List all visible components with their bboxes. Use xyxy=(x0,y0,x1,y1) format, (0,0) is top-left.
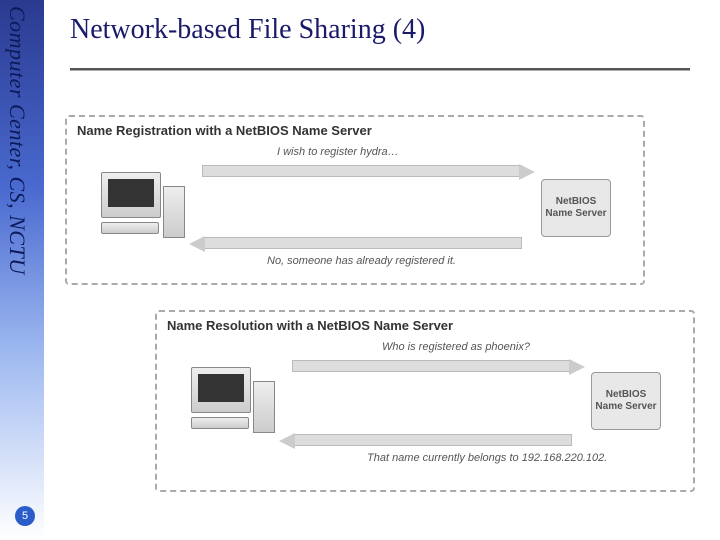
registration-response-text: No, someone has already registered it. xyxy=(267,255,456,267)
netbios-server-icon: NetBIOS Name Server xyxy=(591,372,661,430)
diagram-resolution: Name Resolution with a NetBIOS Name Serv… xyxy=(155,310,695,492)
diagram-registration-title: Name Registration with a NetBIOS Name Se… xyxy=(77,123,372,138)
client-computer-icon xyxy=(187,367,277,429)
registration-request-text: I wish to register hydra… xyxy=(277,146,399,158)
title-underline xyxy=(70,68,690,70)
request-arrow-icon xyxy=(292,360,572,372)
server-label: NetBIOS Name Server xyxy=(592,389,660,413)
page-number-badge: 5 xyxy=(15,506,35,526)
request-arrow-icon xyxy=(202,165,522,177)
netbios-server-icon: NetBIOS Name Server xyxy=(541,179,611,237)
sidebar: Computer Center, CS, NCTU xyxy=(0,0,44,540)
response-arrow-icon xyxy=(292,434,572,446)
resolution-response-text: That name currently belongs to 192.168.2… xyxy=(367,452,607,464)
slide-title: Network-based File Sharing (4) xyxy=(70,14,425,46)
server-label: NetBIOS Name Server xyxy=(542,196,610,220)
client-computer-icon xyxy=(97,172,187,234)
resolution-request-text: Who is registered as phoenix? xyxy=(382,341,530,353)
response-arrow-icon xyxy=(202,237,522,249)
diagram-registration: Name Registration with a NetBIOS Name Se… xyxy=(65,115,645,285)
sidebar-label: Computer Center, CS, NCTU xyxy=(4,6,30,275)
diagram-resolution-title: Name Resolution with a NetBIOS Name Serv… xyxy=(167,318,453,333)
